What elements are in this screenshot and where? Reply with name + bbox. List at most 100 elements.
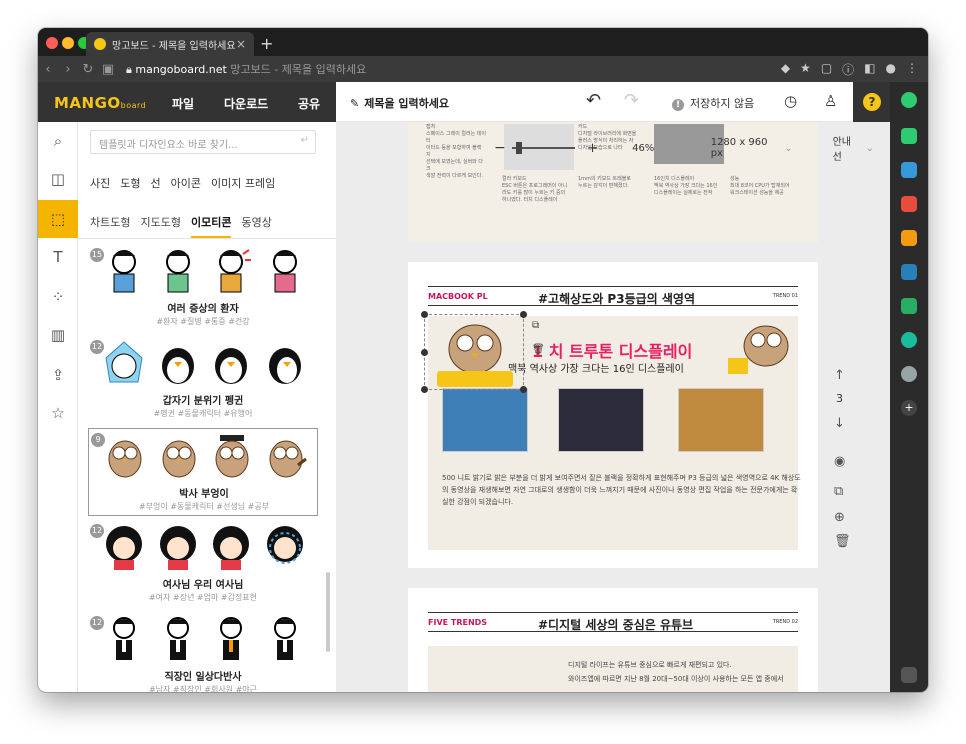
- menu-share[interactable]: 공유: [298, 95, 320, 112]
- zoom-in-button[interactable]: +: [587, 141, 598, 156]
- panel-scrollbar[interactable]: [326, 572, 330, 652]
- subtab-chart-shape[interactable]: 차트도형: [90, 214, 130, 238]
- category-shape[interactable]: 도형: [120, 175, 140, 191]
- delete-icon[interactable]: 🗑︎: [532, 344, 545, 355]
- zoom-slider-thumb[interactable]: [515, 142, 522, 154]
- undo-icon[interactable]: ↶: [586, 90, 601, 111]
- chart-icon[interactable]: ▥: [38, 316, 78, 354]
- browser-tab[interactable]: 망고보드 - 제목을 입력하세요 ×: [86, 32, 254, 56]
- new-tab-button[interactable]: +: [260, 34, 273, 53]
- subtab-map-shape[interactable]: 지도도형: [140, 214, 180, 238]
- extension-browser-icon[interactable]: [901, 264, 917, 280]
- favorite-star-icon[interactable]: ☆: [38, 394, 78, 432]
- n-extension-icon[interactable]: ▣: [98, 62, 118, 77]
- sticker-pack-lady[interactable]: 12 여사님 우리 여사님 #여자 #장년 #엄마 #감정표현: [88, 520, 318, 608]
- resize-handle-top-right[interactable]: [520, 311, 527, 318]
- page3-body-line-2[interactable]: 와이즈앱에 따르면 지난 8월 20대~50대 이상이 사용하는 모든 앱 중에…: [568, 674, 784, 684]
- document-title[interactable]: ✎ 제목을 입력하세요: [350, 95, 449, 111]
- sidebar-icon[interactable]: ◧: [864, 61, 875, 78]
- background-icon[interactable]: ⁘: [38, 278, 78, 316]
- page2-subtitle[interactable]: 맥북 역사상 가장 크다는 16인 디스플레이: [508, 360, 684, 375]
- resize-handle-bottom-left[interactable]: [421, 386, 428, 393]
- resize-handle-top-left[interactable]: [421, 311, 428, 318]
- design-canvas[interactable]: 캡처 스페이스 그레이 컬러는 데이터 이터드 등을 포함하여 블랙 지 선택에…: [336, 122, 890, 692]
- text-icon[interactable]: T: [38, 238, 78, 276]
- owl-sticker-on-page[interactable]: [726, 312, 796, 382]
- chevron-down-icon[interactable]: ⌄: [662, 143, 670, 154]
- chevron-down-icon[interactable]: ⌄: [784, 143, 792, 154]
- extension-play-icon[interactable]: [901, 332, 917, 348]
- info-icon[interactable]: ⓘ: [842, 61, 854, 78]
- reload-icon[interactable]: ↻: [78, 62, 98, 77]
- canvas-size[interactable]: 1280 x 960 px: [711, 137, 777, 159]
- bookmark-star-icon[interactable]: ★: [800, 61, 811, 78]
- zoom-level[interactable]: 46%: [632, 143, 654, 154]
- minimize-window-button[interactable]: [62, 37, 74, 49]
- extension-pocket-icon[interactable]: [901, 196, 917, 212]
- sticker-pack-penguin[interactable]: 12 갑자기 분위기 펭귄 #펭귄 #동물캐릭터 #유행어: [88, 336, 318, 424]
- screenshot-icon[interactable]: ▢: [821, 61, 832, 78]
- page-3[interactable]: FIVE TRENDS #디지털 세상의 중심은 유튜브 TREND 02 디지…: [408, 588, 818, 692]
- back-icon[interactable]: ‹: [38, 62, 58, 77]
- shield-icon[interactable]: ◆: [781, 61, 790, 78]
- page-delete-icon[interactable]: 🗑︎: [834, 534, 851, 549]
- resize-handle-left[interactable]: [421, 349, 428, 356]
- extension-check-icon[interactable]: [901, 298, 917, 314]
- chevron-down-icon[interactable]: ⌄: [866, 143, 874, 154]
- page-add-icon[interactable]: ⊕: [834, 510, 845, 525]
- category-line[interactable]: 선: [151, 175, 161, 191]
- close-window-button[interactable]: [46, 37, 58, 49]
- resize-handle-bottom-right[interactable]: [520, 386, 527, 393]
- history-icon[interactable]: ◷: [784, 92, 797, 110]
- subtab-emoticon[interactable]: 이모티콘: [190, 214, 232, 238]
- macbook-photo-3[interactable]: [678, 388, 764, 452]
- page2-body-text[interactable]: 500 니트 밝기로 밝은 부분을 더 밝게 보여주면서 짙은 블랙을 정확하게…: [442, 472, 802, 508]
- category-image-frame[interactable]: 이미지 프레임: [211, 175, 275, 191]
- sticker-pack-patient[interactable]: 15 여러 증상의 환자 #환자 #질병 #통증 #건강: [88, 244, 318, 332]
- browser-menu-icon[interactable]: ⋮: [906, 61, 918, 78]
- url-field[interactable]: 🔒︎ mangoboard.net 망고보드 - 제목을 입력하세요: [126, 61, 366, 77]
- zoom-out-button[interactable]: −: [494, 140, 506, 156]
- elements-icon[interactable]: ⬚: [38, 200, 78, 238]
- guide-toggle[interactable]: 안내선: [833, 133, 858, 163]
- extension-add-icon[interactable]: +: [901, 400, 917, 416]
- selected-owl-sticker[interactable]: [425, 315, 525, 391]
- zoom-slider[interactable]: [511, 142, 576, 154]
- page-duplicate-icon[interactable]: ⧉: [834, 484, 843, 499]
- sticker-pack-office-worker[interactable]: 12 직장인 일상다반사 #남자 #직장인 #회사원 #야근: [88, 612, 318, 692]
- extension-star-icon[interactable]: [901, 230, 917, 246]
- enter-icon[interactable]: ↵: [301, 135, 309, 146]
- page-2[interactable]: MACBOOK PL #고해상도와 P3등급의 색영역 TREND 01 1 치…: [408, 262, 818, 568]
- help-button[interactable]: ?: [853, 82, 890, 122]
- selected-element[interactable]: [421, 311, 527, 393]
- subtab-video[interactable]: 동영상: [241, 214, 271, 238]
- menu-file[interactable]: 파일: [172, 95, 194, 112]
- duplicate-icon[interactable]: ⧉: [532, 320, 539, 331]
- macbook-photo-2[interactable]: [558, 388, 644, 452]
- redo-icon[interactable]: ↷: [624, 90, 639, 111]
- extension-bell-icon[interactable]: [901, 128, 917, 144]
- menu-download[interactable]: 다운로드: [224, 95, 268, 112]
- page-up-icon[interactable]: ↑: [834, 368, 845, 383]
- extension-green-circle-icon[interactable]: [901, 92, 917, 108]
- forward-icon[interactable]: ›: [58, 62, 78, 77]
- extension-box-icon[interactable]: [901, 162, 917, 178]
- tab-close-icon[interactable]: ×: [236, 37, 246, 51]
- sticker-pack-owl[interactable]: 9 박사 부엉이 #부엉이 #동물캐릭터 #선생님 #공부: [88, 428, 318, 516]
- page2-red-title[interactable]: 1 치 트루톤 디스플레이: [532, 338, 692, 362]
- mangoboard-logo[interactable]: MANGOboard: [54, 94, 146, 112]
- template-icon[interactable]: ◫: [38, 160, 78, 198]
- search-input[interactable]: 템플릿과 디자인요소 바로 찾기... ↵: [90, 130, 316, 154]
- search-icon[interactable]: ⌕: [38, 122, 78, 160]
- page-down-icon[interactable]: ↓: [834, 416, 845, 431]
- upload-icon[interactable]: ⇪: [38, 356, 78, 394]
- profile-icon[interactable]: ●: [886, 61, 896, 78]
- extension-avatar-icon[interactable]: [901, 366, 917, 382]
- category-icon[interactable]: 아이콘: [171, 175, 201, 191]
- extension-pin-icon[interactable]: [901, 667, 917, 683]
- page3-body-line-1[interactable]: 디지털 라이프는 유튜브 중심으로 빠르게 재편되고 있다.: [568, 660, 732, 670]
- macbook-photo-1[interactable]: [442, 388, 528, 452]
- category-photo[interactable]: 사진: [90, 175, 110, 191]
- color-palette-icon[interactable]: ◉: [834, 454, 845, 469]
- user-icon[interactable]: ♙: [824, 92, 837, 110]
